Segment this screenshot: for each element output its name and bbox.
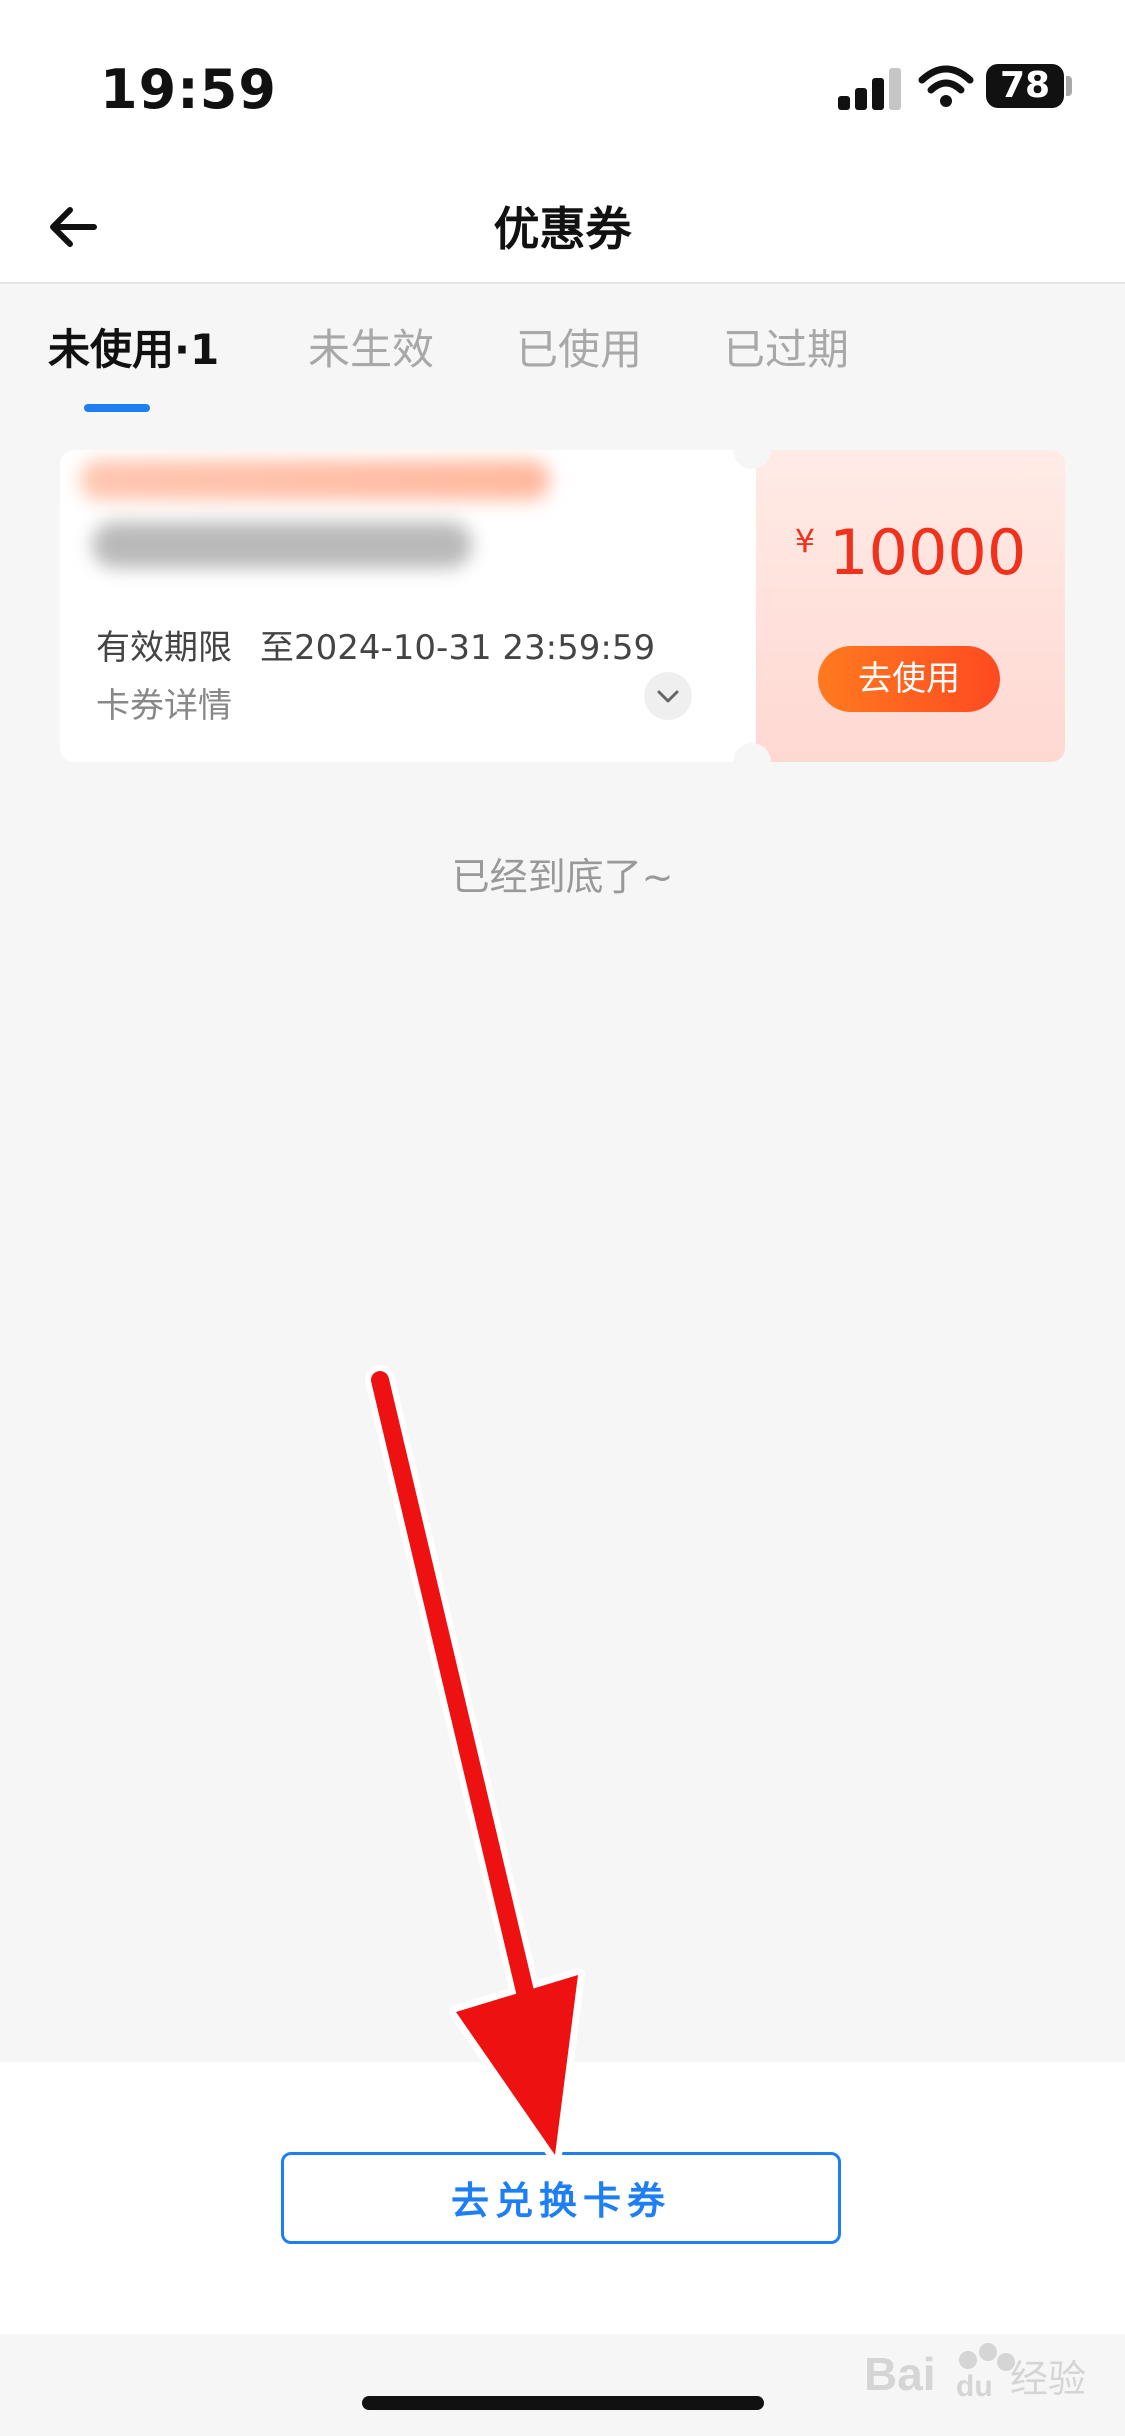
coupon-amount: 10000 [829,516,1027,589]
battery-icon: 78 [986,64,1064,108]
list-end-text: 已经到底了~ [451,855,674,899]
blurred-coupon-name [80,460,550,500]
home-indicator [362,2396,764,2410]
coupon-value-panel: ¥10000 去使用 [756,450,1065,762]
validity-label: 有效期限 [96,628,232,668]
status-time: 19:59 [100,58,277,121]
coupon-card[interactable]: 有效期限 至2024-10-31 23:59:59 卡券详情 ¥10000 去使用 [60,431,1065,781]
svg-text:du: du [956,2370,993,2403]
redeem-coupon-button[interactable]: 去兑换卡券 [281,2152,841,2244]
battery-tip [1066,76,1072,96]
coupon-price: ¥10000 [756,516,1065,589]
coupon-details-link[interactable]: 卡券详情 [96,678,232,727]
coupon-notch-top [733,431,771,469]
chevron-down-icon[interactable] [644,672,692,720]
coupon-notch-bottom [733,743,771,781]
svg-text:经验: 经验 [1010,2357,1086,2401]
baidu-watermark: Bai du 经验 [864,2343,1086,2403]
signal-icon [838,68,902,110]
validity-row: 有效期限 至2024-10-31 23:59:59 [96,620,655,669]
tab-not-effective[interactable]: 未生效 [308,320,434,380]
blurred-coupon-desc [92,522,472,568]
bottom-bar: 去兑换卡券 [0,2062,1125,2334]
tab-used[interactable]: 已使用 [516,320,642,380]
wifi-icon [918,65,974,107]
tab-expired[interactable]: 已过期 [723,320,849,380]
nav-bar: 优惠券 [0,175,1125,284]
coupon-tabs: 未使用·1 未生效 已使用 已过期 [0,284,1125,424]
page-title: 优惠券 [493,202,632,256]
tab-indicator [84,404,150,412]
coupon-info: 有效期限 至2024-10-31 23:59:59 卡券详情 [60,450,756,762]
currency-symbol: ¥ [794,522,816,560]
use-coupon-button[interactable]: 去使用 [818,646,1000,712]
status-bar: 19:59 78 [0,0,1125,175]
svg-text:Bai: Bai [864,2348,936,2400]
tab-unused[interactable]: 未使用·1 [48,320,219,380]
validity-value: 至2024-10-31 23:59:59 [260,628,656,668]
